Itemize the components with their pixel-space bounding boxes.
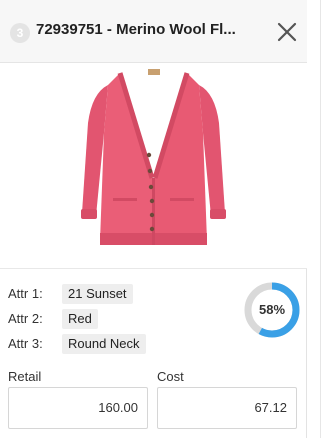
attribute-row-1: Attr 1: 21 Sunset xyxy=(8,284,133,304)
cost-label: Cost xyxy=(157,369,184,384)
adjacent-card-edge xyxy=(320,0,331,438)
attribute-value: Round Neck xyxy=(62,334,146,354)
attribute-value: 21 Sunset xyxy=(62,284,133,304)
position-badge: 3 xyxy=(10,23,30,43)
card-header: 3 72939751 - Merino Wool Fl... xyxy=(0,0,307,63)
item-title: 72939751 - Merino Wool Fl... xyxy=(36,21,236,38)
attribute-label: Attr 2: xyxy=(8,311,43,326)
attribute-row-3: Attr 3: Round Neck xyxy=(8,334,146,354)
retail-label: Retail xyxy=(8,369,42,384)
close-icon[interactable] xyxy=(275,20,299,44)
cost-field[interactable]: 67.12 xyxy=(157,387,297,429)
item-card: 3 72939751 - Merino Wool Fl... Attr 1: 2… xyxy=(0,0,307,438)
progress-percent: 58% xyxy=(258,302,286,317)
retail-field[interactable]: 160.00 xyxy=(8,387,148,429)
attribute-label: Attr 3: xyxy=(8,336,43,351)
cardigan-icon xyxy=(81,69,226,245)
attribute-row-2: Attr 2: Red xyxy=(8,309,98,329)
attribute-label: Attr 1: xyxy=(8,286,43,301)
product-image[interactable] xyxy=(0,63,307,269)
attribute-value: Red xyxy=(62,309,98,329)
